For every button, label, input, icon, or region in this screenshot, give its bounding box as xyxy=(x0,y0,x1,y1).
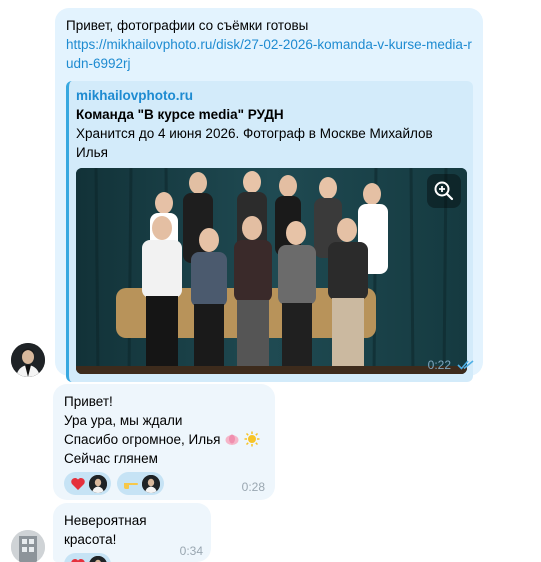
double-check-icon xyxy=(457,360,474,370)
group-photo-illustration xyxy=(76,168,467,374)
sun-icon xyxy=(244,431,260,447)
avatar[interactable] xyxy=(11,343,45,377)
reaction-avatar xyxy=(89,555,107,562)
message-line: Ура ура, мы ждали xyxy=(64,413,183,428)
message-bubble-compliment[interactable]: Невероятная красота! 0:34 xyxy=(53,503,211,562)
preview-site: mikhailovphoto.ru xyxy=(76,88,194,103)
reaction-heart[interactable] xyxy=(64,472,111,495)
point-hand-icon xyxy=(124,482,138,489)
reaction-heart[interactable] xyxy=(64,553,111,562)
reaction-avatar xyxy=(89,474,107,493)
heart-icon xyxy=(71,477,85,490)
message-bubble-link[interactable]: Привет, фотографии со съёмки готовы http… xyxy=(55,8,483,382)
message-time: 0:22 xyxy=(427,358,451,372)
reactions-row xyxy=(64,472,265,495)
message-text: Привет, фотографии со съёмки готовы xyxy=(66,18,309,33)
message-bubble-reply[interactable]: Привет! Ура ура, мы ждали Спасибо огромн… xyxy=(53,384,275,500)
message-line: Сейчас глянем xyxy=(64,451,158,466)
zoom-button[interactable] xyxy=(427,174,461,208)
preview-description: Хранится до 4 июня 2026. Фотограф в Моск… xyxy=(76,126,433,160)
message-line: Спасибо огромное, Илья xyxy=(64,430,265,449)
reaction-avatar xyxy=(142,474,160,493)
message-line-text: Спасибо огромное, Илья xyxy=(64,432,221,447)
zoom-icon xyxy=(434,181,454,201)
message-link[interactable]: https://mikhailovphoto.ru/disk/27-02-202… xyxy=(66,35,473,73)
lotus-icon xyxy=(225,434,239,445)
avatar[interactable] xyxy=(11,530,45,562)
message-time: 0:28 xyxy=(241,480,265,494)
preview-photo[interactable] xyxy=(76,168,467,374)
preview-title: Команда "В курсе media" РУДН xyxy=(76,107,284,122)
heart-icon xyxy=(71,558,85,562)
reaction-point[interactable] xyxy=(117,472,164,495)
message-time: 0:34 xyxy=(179,544,203,558)
message-line: Привет! xyxy=(64,394,113,409)
link-preview[interactable]: mikhailovphoto.ru Команда "В курсе media… xyxy=(66,81,473,382)
